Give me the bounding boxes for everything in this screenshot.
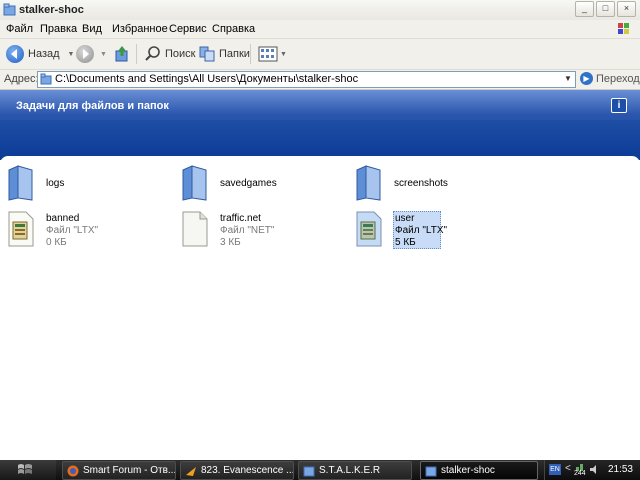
folder-item-screenshots[interactable]: screenshots — [354, 164, 514, 204]
folder-item-savedgames[interactable]: savedgames — [180, 164, 340, 204]
address-input[interactable]: C:\Documents and Settings\All Users\Доку… — [37, 71, 576, 88]
address-label: Адрес: — [4, 73, 39, 85]
window-folder-icon — [3, 3, 16, 16]
item-name: banned — [46, 213, 80, 224]
task-pane-band — [0, 120, 640, 160]
toolbar: Назад ▼ ▼ Поиск Папки ▼ — [0, 39, 640, 70]
item-name: user — [395, 213, 415, 224]
windows-logo-icon — [618, 23, 629, 34]
maximize-button[interactable]: □ — [596, 1, 615, 17]
taskbar-item-label: Smart Forum - Отв... — [83, 465, 176, 476]
file-item-traffic-net[interactable]: traffic.net Файл "NET" 3 КБ — [180, 210, 340, 250]
firefox-icon — [67, 465, 79, 476]
tray-expand-arrow[interactable]: < — [565, 463, 571, 474]
taskbar: Smart Forum - Отв... 823. Evanescence ..… — [0, 460, 640, 480]
search-button[interactable]: Поиск — [144, 43, 195, 65]
volume-icon[interactable] — [589, 464, 600, 475]
menu-bar: Файл Правка Вид Избранное Сервис Справка — [0, 20, 640, 39]
minimize-button[interactable]: _ — [575, 1, 594, 17]
task-pane: Задачи для файлов и папок i — [0, 90, 640, 160]
forward-button[interactable]: ▼ — [76, 43, 107, 65]
item-size: 5 КБ — [395, 237, 416, 248]
media-player-icon — [186, 466, 196, 476]
up-folder-icon — [115, 46, 128, 62]
window-controls: _ □ × — [575, 1, 636, 17]
item-name: logs — [46, 178, 65, 189]
task-pane-title[interactable]: Задачи для файлов и папок — [16, 100, 169, 112]
tray-counter: 244 — [574, 470, 586, 477]
info-button[interactable]: i — [611, 98, 627, 113]
taskbar-item-player[interactable]: 823. Evanescence ... — [180, 461, 294, 480]
forward-arrow-icon — [76, 45, 94, 63]
toolbar-separator — [250, 44, 251, 64]
ltx-file-icon — [8, 211, 34, 247]
folders-button[interactable]: Папки — [198, 43, 250, 65]
folder-icon — [182, 165, 207, 201]
title-bar[interactable]: stalker-shoc _ □ × — [0, 0, 640, 21]
views-grid-icon — [258, 46, 278, 62]
file-item-banned[interactable]: banned Файл "LTX" 0 КБ — [6, 210, 166, 250]
folders-label: Папки — [219, 48, 250, 60]
item-size: 0 КБ — [46, 237, 67, 248]
address-bar: Адрес: C:\Documents and Settings\All Use… — [0, 70, 640, 90]
go-button[interactable]: ▶ Переход — [580, 72, 640, 85]
toolbar-separator — [136, 44, 137, 64]
clock: 21:53 — [607, 464, 633, 475]
taskbar-item-label: 823. Evanescence ... — [201, 465, 294, 476]
system-tray: EN < 244 21:53 — [544, 460, 640, 480]
generic-file-icon — [182, 211, 208, 247]
item-name: screenshots — [394, 178, 448, 189]
address-path: C:\Documents and Settings\All Users\Доку… — [55, 73, 359, 85]
address-dropdown-icon[interactable]: ▼ — [562, 73, 574, 85]
window-title: stalker-shoc — [19, 4, 84, 16]
file-item-user[interactable]: user Файл "LTX" 5 КБ — [354, 210, 514, 250]
back-label: Назад — [28, 48, 60, 60]
back-arrow-icon — [6, 45, 24, 63]
start-button[interactable] — [0, 460, 56, 480]
folders-icon — [199, 46, 215, 62]
file-list: logs savedgames screenshots banned Файл … — [0, 156, 640, 460]
close-button[interactable]: × — [617, 1, 636, 17]
start-windows-flag-icon — [18, 464, 32, 474]
folder-item-logs[interactable]: logs — [6, 164, 166, 204]
ltx-file-icon — [356, 211, 382, 247]
taskbar-item-label: stalker-shoc — [441, 465, 495, 476]
search-icon — [145, 46, 160, 61]
taskbar-item-stalker[interactable]: S.T.A.L.K.E.R — [298, 461, 412, 480]
item-type: Файл "NET" — [220, 225, 275, 236]
search-label: Поиск — [165, 48, 196, 60]
menu-file[interactable]: Файл — [6, 23, 33, 35]
taskbar-item-label: S.T.A.L.K.E.R — [319, 465, 381, 476]
item-size: 3 КБ — [220, 237, 241, 248]
language-indicator[interactable]: EN — [549, 464, 561, 475]
address-folder-icon — [40, 73, 52, 85]
menu-tools[interactable]: Сервис — [169, 23, 207, 35]
taskbar-item-firefox[interactable]: Smart Forum - Отв... — [62, 461, 176, 480]
folder-icon — [425, 466, 437, 476]
menu-edit[interactable]: Правка — [40, 23, 77, 35]
back-dropdown-icon[interactable]: ▼ — [68, 51, 75, 58]
back-button[interactable]: Назад ▼ — [6, 43, 74, 65]
taskbar-item-stalker-shoc[interactable]: stalker-shoc — [420, 461, 538, 480]
item-type: Файл "LTX" — [46, 225, 99, 236]
forward-dropdown-icon[interactable]: ▼ — [100, 51, 107, 58]
item-name: traffic.net — [220, 213, 261, 224]
item-type: Файл "LTX" — [395, 225, 448, 236]
views-dropdown-icon[interactable]: ▼ — [280, 51, 287, 58]
menu-view[interactable]: Вид — [82, 23, 102, 35]
go-label: Переход — [596, 72, 640, 85]
views-button[interactable]: ▼ — [258, 43, 287, 65]
menu-help[interactable]: Справка — [212, 23, 255, 35]
up-folder-button[interactable] — [114, 43, 130, 65]
item-name: savedgames — [220, 178, 277, 189]
folder-icon — [303, 466, 315, 476]
go-arrow-icon: ▶ — [580, 72, 593, 85]
folder-icon — [356, 165, 381, 201]
folder-icon — [8, 165, 33, 201]
menu-favorites[interactable]: Избранное — [112, 23, 168, 35]
